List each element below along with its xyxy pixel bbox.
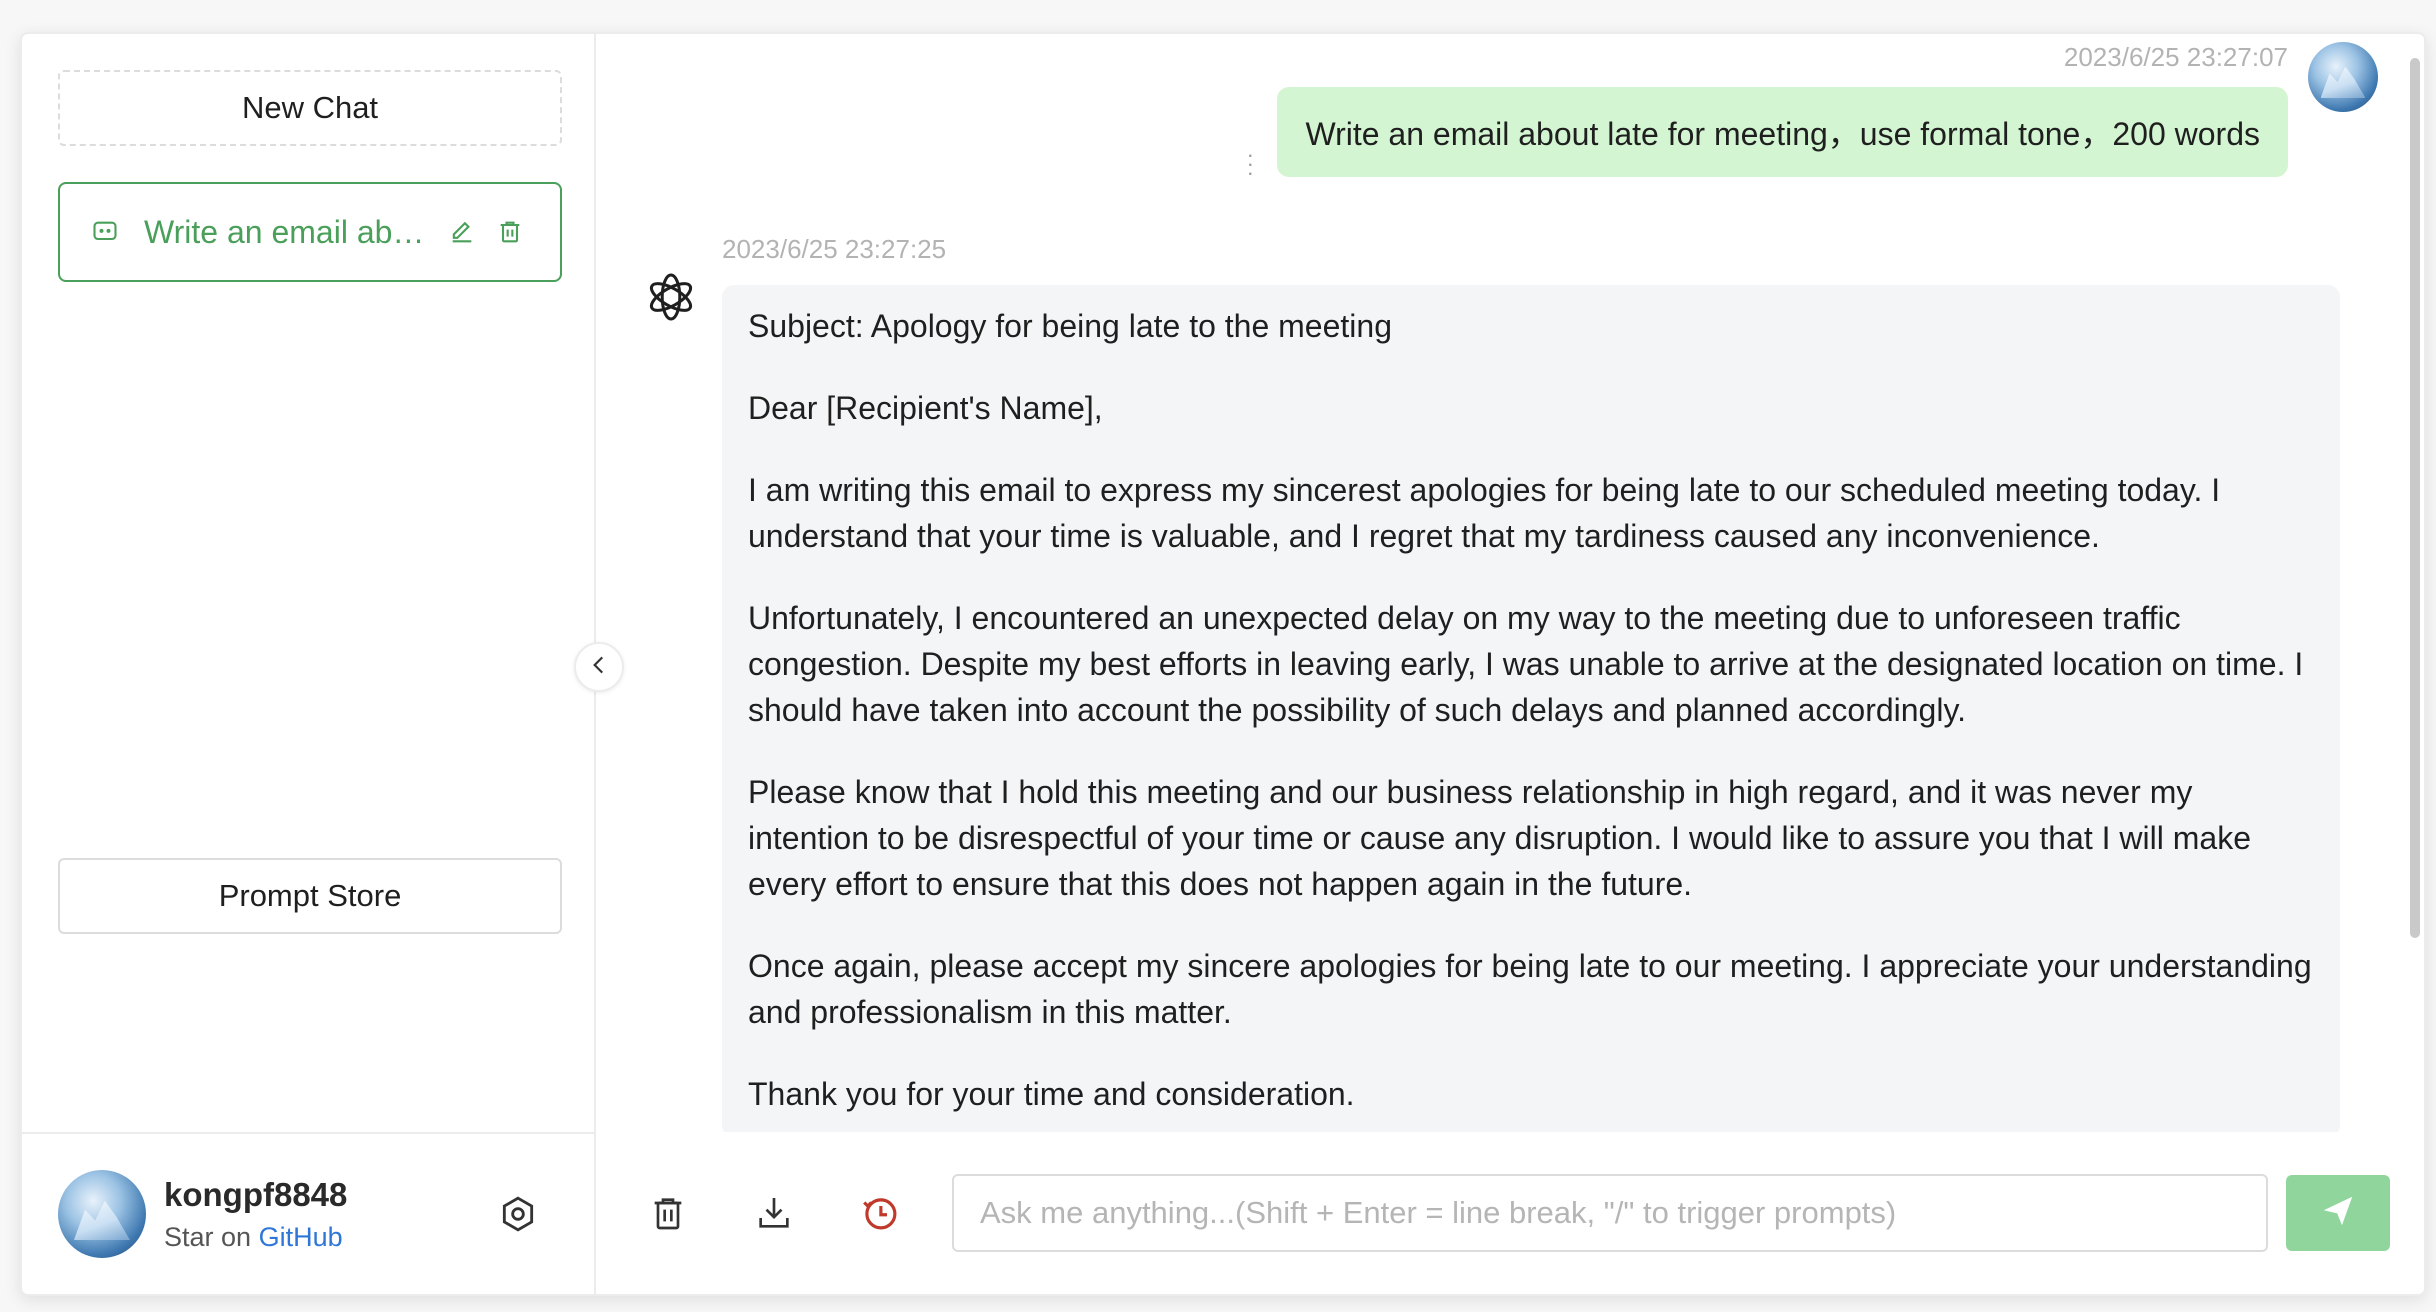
- assistant-message: 2023/6/25 23:27:25 Subject: Apology for …: [638, 234, 2340, 1132]
- message-icon: [88, 215, 122, 249]
- new-chat-button[interactable]: New Chat: [58, 70, 562, 146]
- gear-icon[interactable]: [494, 1190, 542, 1238]
- assistant-message-bubble: Subject: Apology for being late to the m…: [722, 285, 2340, 1132]
- message-paragraph: Subject: Apology for being late to the m…: [748, 308, 1392, 344]
- more-icon[interactable]: · · ·: [1247, 144, 1254, 184]
- send-button[interactable]: [2286, 1175, 2390, 1251]
- download-icon[interactable]: [746, 1185, 802, 1241]
- delete-icon[interactable]: [490, 212, 530, 252]
- chat-history-item[interactable]: Write an email abo...: [58, 182, 562, 282]
- message-paragraph: I am writing this email to express my si…: [748, 472, 2221, 554]
- user-message: 2023/6/25 23:27:07 Write an email about …: [1277, 42, 2378, 177]
- username: kongpf8848: [164, 1175, 348, 1213]
- user-message-bubble: Write an email about late for meeting，us…: [1277, 87, 2288, 177]
- message-paragraph: Unfortunately, I encountered an unexpect…: [748, 600, 2304, 728]
- message-paragraph: Please know that I hold this meeting and…: [748, 774, 2251, 902]
- trash-icon[interactable]: [640, 1185, 696, 1241]
- app-window: New Chat Write an email abo... Prompt St…: [20, 32, 2426, 1296]
- user-avatar: [2308, 42, 2378, 112]
- chat-main: · · · 2023/6/25 23:27:07 Write an email ab…: [596, 34, 2424, 1294]
- message-list: · · · 2023/6/25 23:27:07 Write an email ab…: [596, 34, 2424, 1132]
- input-bar: [596, 1132, 2424, 1294]
- scrollbar[interactable]: [2410, 58, 2420, 938]
- message-paragraph: Dear [Recipient's Name],: [748, 390, 1103, 426]
- message-paragraph: Once again, please accept my sincere apo…: [748, 948, 2312, 1030]
- user-message-timestamp: 2023/6/25 23:27:07: [2063, 42, 2288, 72]
- star-line: Star on GitHub: [164, 1222, 494, 1253]
- message-paragraph: Thank you for your time and consideratio…: [748, 1076, 1355, 1112]
- chat-input[interactable]: [952, 1174, 2268, 1252]
- prompt-store-button[interactable]: Prompt Store: [58, 858, 562, 934]
- edit-icon[interactable]: [442, 212, 482, 252]
- user-footer: kongpf8848 Star on GitHub: [22, 1132, 594, 1294]
- chevron-left-icon: [586, 652, 612, 683]
- send-icon: [2319, 1192, 2357, 1235]
- sidebar: New Chat Write an email abo... Prompt St…: [22, 34, 596, 1294]
- chat-item-title: Write an email abo...: [144, 213, 434, 250]
- collapse-sidebar-button[interactable]: [574, 642, 624, 692]
- avatar[interactable]: [58, 1170, 146, 1258]
- star-text: Star on: [164, 1221, 252, 1252]
- openai-icon: [638, 264, 704, 330]
- github-link[interactable]: GitHub: [259, 1222, 343, 1252]
- user-info: kongpf8848 Star on GitHub: [164, 1176, 494, 1253]
- assistant-message-timestamp: 2023/6/25 23:27:25: [722, 234, 947, 264]
- history-icon[interactable]: [852, 1185, 908, 1241]
- sidebar-top: New Chat Write an email abo... Prompt St…: [22, 34, 594, 1132]
